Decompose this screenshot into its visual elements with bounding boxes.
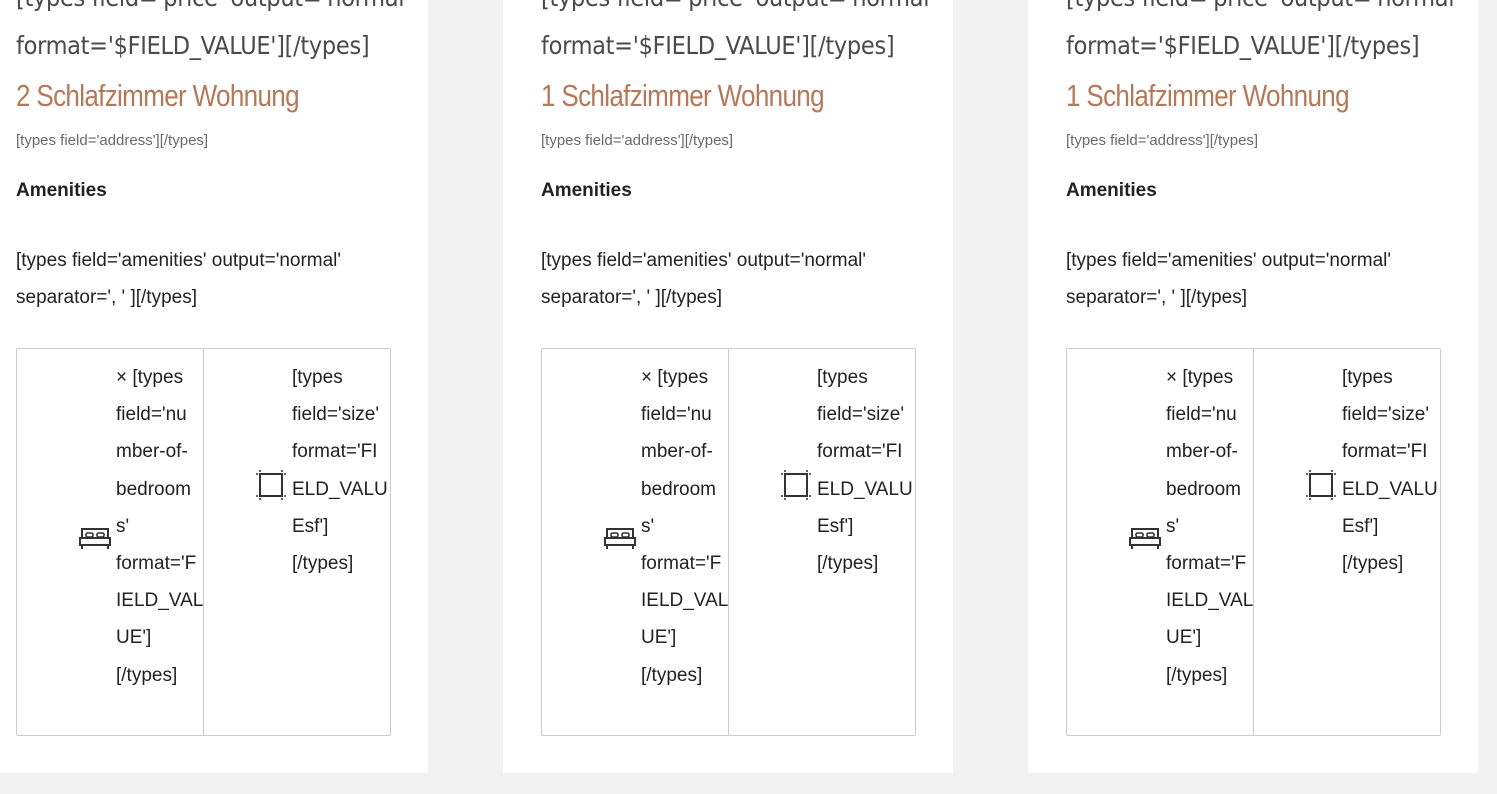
bedrooms-line: format='F xyxy=(1166,553,1247,575)
bedrooms-line: bedroom xyxy=(641,478,716,500)
listing-price: [types field='price' output='normal' for… xyxy=(16,0,410,70)
listing-price: [types field='price' output='normal' for… xyxy=(1066,0,1460,70)
bedrooms-line: mber-of- xyxy=(116,441,188,463)
bed-icon xyxy=(79,528,111,549)
amenities-line: separator=', ' ][/types] xyxy=(16,287,197,308)
bed-icon xyxy=(604,528,636,549)
price-line: [types field='price' output='normal' xyxy=(1066,0,1460,22)
size-line: [types xyxy=(817,367,868,388)
size-line: Esf'] xyxy=(1342,515,1379,537)
bedrooms-line: [/types] xyxy=(1166,664,1228,686)
size-value: [types field='size' format='FI ELD_VALU … xyxy=(1342,359,1440,582)
size-line: field='size' xyxy=(292,404,379,426)
size-value: [types field='size' format='FI ELD_VALU … xyxy=(817,359,915,582)
size-value: [types field='size' format='FI ELD_VALU … xyxy=(292,359,390,582)
size-line: [types xyxy=(1342,367,1393,388)
size-line: ELD_VALU xyxy=(1342,478,1438,500)
bedrooms-line: × [types xyxy=(116,367,184,388)
amenities-heading: Amenities xyxy=(541,180,632,201)
size-line: field='size' xyxy=(817,404,904,426)
features-table: × [types field='nu mber-of- bedroom s' f… xyxy=(1066,348,1441,736)
area-size-icon xyxy=(781,470,811,500)
bedrooms-line: × [types xyxy=(1166,367,1234,388)
bedrooms-value: × [types field='nu mber-of- bedroom s' f… xyxy=(641,359,731,694)
amenities-text: [types field='amenities' output='normal'… xyxy=(16,242,396,316)
features-table: × [types field='nu mber-of- bedroom s' f… xyxy=(16,348,391,736)
amenities-line: [types field='amenities' output='normal' xyxy=(1066,250,1392,271)
amenities-line: [types field='amenities' output='normal' xyxy=(16,250,342,271)
bedrooms-line: s' xyxy=(1166,515,1180,537)
size-line: format='FI xyxy=(817,441,903,463)
price-line: [types field='price' output='normal' xyxy=(16,0,410,22)
size-line: Esf'] xyxy=(292,515,329,537)
listing-address: [types field='address'][/types] xyxy=(541,132,734,149)
features-table: × [types field='nu mber-of- bedroom s' f… xyxy=(541,348,916,736)
listings-page: [types field='price' output='normal' for… xyxy=(0,0,1497,794)
bed-icon xyxy=(1129,528,1161,549)
listing-address: [types field='address'][/types] xyxy=(1066,132,1259,149)
listing-title[interactable]: 1 Schlafzimmer Wohnung xyxy=(541,74,825,118)
bedrooms-line: × [types xyxy=(641,367,709,388)
bedrooms-value: × [types field='nu mber-of- bedroom s' f… xyxy=(1166,359,1256,694)
listing-title[interactable]: 2 Schlafzimmer Wohnung xyxy=(16,74,300,118)
bedrooms-line: UE'] xyxy=(1166,627,1202,649)
size-line: [/types] xyxy=(817,553,879,575)
listing-card: [types field='price' output='normal' for… xyxy=(503,0,953,773)
amenities-text: [types field='amenities' output='normal'… xyxy=(541,242,921,316)
bedrooms-value: × [types field='nu mber-of- bedroom s' f… xyxy=(116,359,206,694)
bedrooms-line: s' xyxy=(641,515,655,537)
bedrooms-line: bedroom xyxy=(116,478,191,500)
area-size-icon xyxy=(256,470,286,500)
size-line: [/types] xyxy=(292,553,354,575)
bedrooms-line: s' xyxy=(116,515,130,537)
amenities-line: [types field='amenities' output='normal' xyxy=(541,250,867,271)
amenities-text: [types field='amenities' output='normal'… xyxy=(1066,242,1446,316)
bedrooms-line: UE'] xyxy=(116,627,152,649)
price-line: [types field='price' output='normal' xyxy=(541,0,935,22)
size-line: field='size' xyxy=(1342,404,1429,426)
bedrooms-line: mber-of- xyxy=(641,441,713,463)
bedrooms-line: format='F xyxy=(641,553,722,575)
size-line: ELD_VALU xyxy=(292,478,388,500)
listing-title[interactable]: 1 Schlafzimmer Wohnung xyxy=(1066,74,1350,118)
bedrooms-line: IELD_VAL xyxy=(1166,590,1254,612)
bedrooms-line: mber-of- xyxy=(1166,441,1238,463)
amenities-heading: Amenities xyxy=(1066,180,1157,201)
bedrooms-line: bedroom xyxy=(1166,478,1241,500)
listing-card: [types field='price' output='normal' for… xyxy=(1028,0,1478,773)
price-line: format='$FIELD_VALUE'][/types] xyxy=(1066,31,1420,60)
bedrooms-line: field='nu xyxy=(641,404,712,426)
bedrooms-line: IELD_VAL xyxy=(116,590,204,612)
bedrooms-line: format='F xyxy=(116,553,197,575)
listing-card: [types field='price' output='normal' for… xyxy=(0,0,428,773)
bedrooms-line: IELD_VAL xyxy=(641,590,729,612)
size-line: ELD_VALU xyxy=(817,478,913,500)
bedrooms-line: field='nu xyxy=(116,404,187,426)
price-line: format='$FIELD_VALUE'][/types] xyxy=(541,31,895,60)
listing-price: [types field='price' output='normal' for… xyxy=(541,0,935,70)
price-line: format='$FIELD_VALUE'][/types] xyxy=(16,31,370,60)
bedrooms-line: UE'] xyxy=(641,627,677,649)
bedrooms-line: [/types] xyxy=(641,664,703,686)
size-line: format='FI xyxy=(292,441,378,463)
size-line: [types xyxy=(292,367,343,388)
size-line: [/types] xyxy=(1342,553,1404,575)
bedrooms-line: field='nu xyxy=(1166,404,1237,426)
amenities-line: separator=', ' ][/types] xyxy=(541,287,722,308)
size-line: format='FI xyxy=(1342,441,1428,463)
area-size-icon xyxy=(1306,470,1336,500)
size-line: Esf'] xyxy=(817,515,854,537)
amenities-line: separator=', ' ][/types] xyxy=(1066,287,1247,308)
amenities-heading: Amenities xyxy=(16,180,107,201)
listing-address: [types field='address'][/types] xyxy=(16,132,209,149)
bedrooms-line: [/types] xyxy=(116,664,178,686)
